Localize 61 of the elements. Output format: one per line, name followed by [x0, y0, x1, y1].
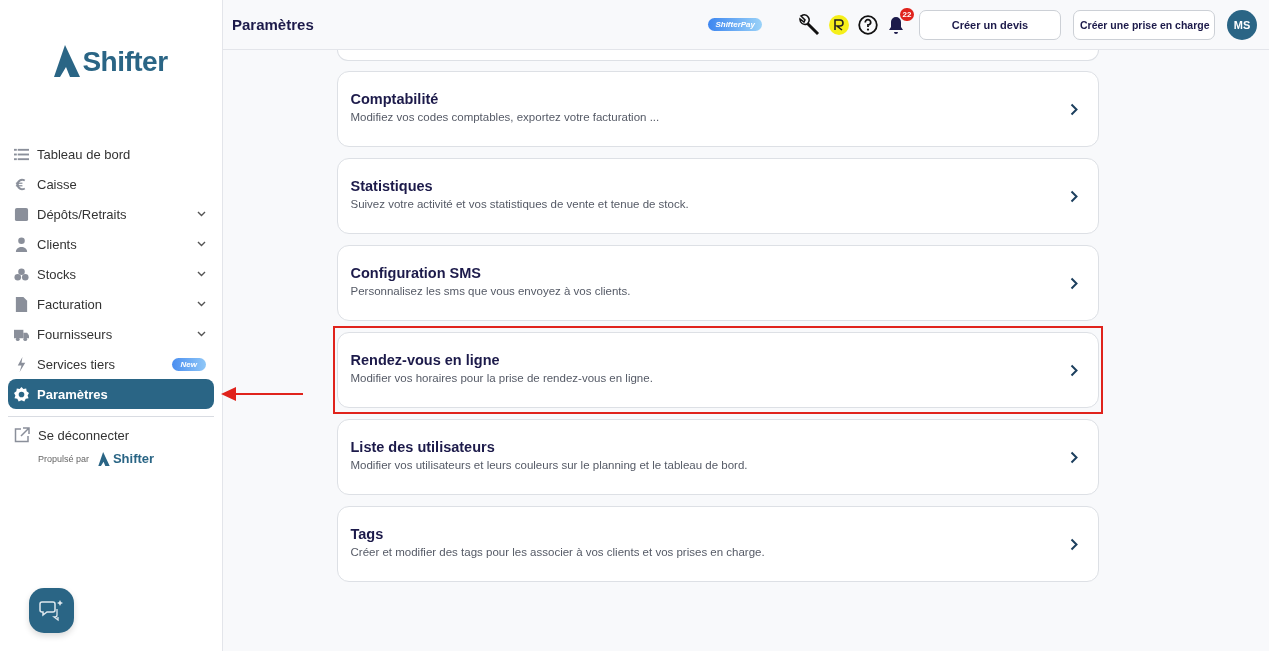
- logo-text: Shifter: [82, 47, 168, 77]
- help-icon[interactable]: [858, 14, 878, 35]
- file-icon: [14, 296, 29, 312]
- settings-card[interactable]: Comptabilité Modifiez vos codes comptables, exportez votre facturation ...: [336, 71, 1099, 147]
- chevron-down-icon: [197, 331, 206, 337]
- card-description: Suivez votre activité et vos statistiques de vente et tenue de stock.: [350, 198, 690, 210]
- chat-button[interactable]: [29, 588, 74, 633]
- card-description: Personnalisez les sms que vous envoyez à vos clients.: [350, 285, 632, 297]
- logo-text: Shifter: [112, 451, 155, 466]
- powered-by-text: Propulsé par: [37, 453, 89, 464]
- user-icon: [14, 236, 29, 252]
- card-description: Modifier vos utilisateurs et leurs couleurs sur le planning et le tableau de bord.: [350, 459, 749, 471]
- chevron-down-icon: [197, 271, 206, 277]
- boxes-icon: [14, 266, 29, 282]
- chat-bubbles-icon: [38, 598, 65, 623]
- logout-link[interactable]: Se déconnecter: [8, 423, 214, 447]
- nav-item[interactable]: Services tiers New: [8, 349, 214, 379]
- chevron-down-icon: [197, 211, 206, 217]
- nav-item[interactable]: Clients: [8, 229, 214, 259]
- header-button[interactable]: Créer un devis: [919, 9, 1061, 40]
- settings-card[interactable]: Liste des utilisateurs Modifier vos utilisateurs et leurs couleurs sur le planning et le tableau de bord.: [336, 419, 1099, 495]
- user-avatar[interactable]: MS: [1227, 9, 1257, 40]
- chevron-down-icon: [197, 301, 206, 307]
- nav-item[interactable]: Paramètres: [8, 379, 214, 409]
- nav-item[interactable]: Tableau de bord: [8, 139, 214, 169]
- notification-count: 22: [900, 7, 914, 21]
- nav-item[interactable]: Fournisseurs: [8, 319, 214, 349]
- card-title: Tags: [350, 526, 385, 542]
- list-icon: [14, 146, 29, 162]
- card-description: Créer et modifier des tags pour les associer à vos clients et vos prises en charge.: [350, 546, 766, 558]
- nav-item[interactable]: Facturation: [8, 289, 214, 319]
- settings-card[interactable]: Configuration SMS Personnalisez les sms que vous envoyez à vos clients.: [336, 245, 1099, 321]
- chevron-right-icon: [1069, 450, 1078, 464]
- new-badge: New: [171, 357, 206, 371]
- chevron-right-icon: [1069, 102, 1078, 116]
- r-logo-icon[interactable]: [829, 14, 849, 35]
- chevron-right-icon: [1069, 363, 1078, 377]
- card-description: Modifiez vos codes comptables, exportez votre facturation ...: [350, 111, 661, 123]
- gear-icon: [14, 386, 29, 402]
- logo-icon: [97, 451, 110, 466]
- nav-item[interactable]: Stocks: [8, 259, 214, 289]
- settings-card[interactable]: Tags Créer et modifier des tags pour les associer à vos clients et vos prises en charge.: [336, 506, 1099, 582]
- logo-icon: [54, 45, 81, 77]
- card-title: Statistiques: [350, 178, 434, 194]
- nav-item[interactable]: Dépôts/Retraits: [8, 199, 214, 229]
- wrench-icon[interactable]: [798, 13, 820, 36]
- chevron-down-icon: [197, 241, 206, 247]
- card-title: Liste des utilisateurs: [350, 439, 496, 455]
- chevron-right-icon: [1069, 537, 1078, 551]
- header-button[interactable]: Créer une prise en charge: [1073, 9, 1215, 40]
- card-description: Modifier vos horaires pour la prise de rendez-vous en ligne.: [350, 372, 654, 384]
- settings-card[interactable]: Statistiques Suivez votre activité et vos statistiques de vente et tenue de stock.: [336, 158, 1099, 234]
- card-title: Comptabilité: [350, 91, 440, 107]
- nav-item[interactable]: Caisse: [8, 169, 214, 199]
- settings-card[interactable]: Rendez-vous en ligne Modifier vos horaires pour la prise de rendez-vous en ligne.: [336, 332, 1099, 408]
- page-title: Paramètres: [232, 16, 315, 33]
- external-link-icon: [14, 427, 30, 443]
- chevron-right-icon: [1069, 276, 1078, 290]
- card-title: Rendez-vous en ligne: [350, 352, 501, 368]
- chevron-right-icon: [1069, 189, 1078, 203]
- card-title: Configuration SMS: [350, 265, 482, 281]
